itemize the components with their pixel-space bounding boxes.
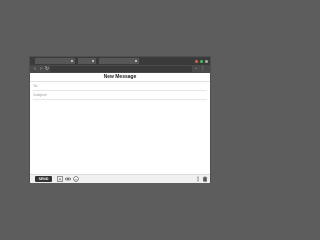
trash-icon[interactable]	[202, 176, 208, 182]
browser-window: ‹ › ↻ ◦ ⋮ New Message To: Subject: SEND …	[30, 57, 210, 183]
to-field[interactable]: To:	[33, 82, 207, 91]
message-body[interactable]	[33, 101, 207, 171]
extensions-icon[interactable]: ◦	[193, 66, 199, 72]
tab-close-icon[interactable]	[71, 60, 73, 62]
insert-emoji-icon[interactable]	[73, 176, 79, 182]
title-bar	[30, 57, 210, 65]
navigation-bar: ‹ › ↻ ◦ ⋮	[30, 65, 210, 73]
send-button[interactable]: SEND	[35, 176, 52, 182]
subject-field[interactable]: Subject:	[33, 91, 207, 100]
tab-close-icon[interactable]	[92, 60, 94, 62]
more-options-icon[interactable]	[195, 176, 201, 182]
tab-close-icon[interactable]	[135, 60, 137, 62]
window-close-button[interactable]	[195, 60, 198, 63]
browser-tab[interactable]	[99, 58, 139, 64]
svg-text:A: A	[59, 177, 62, 182]
browser-tab[interactable]	[35, 58, 75, 64]
address-bar[interactable]	[50, 66, 192, 72]
browser-menu-icon[interactable]: ⋮	[200, 66, 206, 72]
attach-link-icon[interactable]	[65, 176, 71, 182]
window-maximize-button[interactable]	[205, 60, 208, 63]
compose-toolbar: SEND A	[30, 174, 210, 183]
compose-title: New Message	[30, 73, 210, 82]
browser-tab[interactable]	[78, 58, 96, 64]
font-format-icon[interactable]: A	[57, 176, 63, 182]
window-minimize-button[interactable]	[200, 60, 203, 63]
